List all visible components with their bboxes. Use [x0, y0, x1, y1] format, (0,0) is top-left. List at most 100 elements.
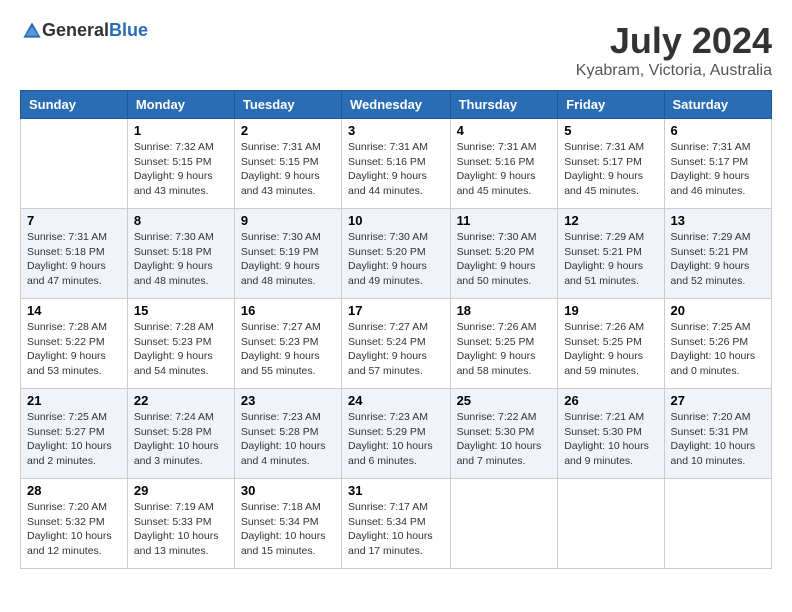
calendar-header-row: SundayMondayTuesdayWednesdayThursdayFrid… [21, 91, 772, 119]
calendar-cell: 30Sunrise: 7:18 AMSunset: 5:34 PMDayligh… [234, 479, 341, 569]
calendar-cell: 27 Sunrise: 7:20 AMSunset: 5:31 PMDayligh… [664, 389, 771, 479]
calendar-week-row: 1Sunrise: 7:32 AMSunset: 5:15 PMDaylight… [21, 119, 772, 209]
day-info: Sunrise: 7:29 AMSunset: 5:21 PMDaylight:… [671, 230, 765, 289]
calendar-week-row: 21 Sunrise: 7:25 AMSunset: 5:27 PMDayligh… [21, 389, 772, 479]
day-number: 9 [241, 213, 335, 228]
day-info: Sunrise: 7:24 AMSunset: 5:28 PMDaylight:… [134, 410, 228, 469]
day-number: 27 [671, 393, 765, 408]
day-info: Sunrise: 7:30 AMSunset: 5:19 PMDaylight:… [241, 230, 335, 289]
day-number: 22 [134, 393, 228, 408]
calendar-cell: 14Sunrise: 7:28 AMSunset: 5:22 PMDayligh… [21, 299, 128, 389]
day-info: Sunrise: 7:26 AMSunset: 5:25 PMDaylight:… [564, 320, 657, 379]
calendar-cell: 16 Sunrise: 7:27 AMSunset: 5:23 PMDayligh… [234, 299, 341, 389]
calendar-cell: 28 Sunrise: 7:20 AMSunset: 5:32 PMDayligh… [21, 479, 128, 569]
calendar-cell: 1Sunrise: 7:32 AMSunset: 5:15 PMDaylight… [127, 119, 234, 209]
calendar-cell: 23 Sunrise: 7:23 AMSunset: 5:28 PMDayligh… [234, 389, 341, 479]
day-info: Sunrise: 7:28 AMSunset: 5:23 PMDaylight:… [134, 320, 228, 379]
day-info: Sunrise: 7:30 AMSunset: 5:18 PMDaylight:… [134, 230, 228, 289]
calendar-cell [558, 479, 664, 569]
day-info: Sunrise: 7:29 AMSunset: 5:21 PMDaylight:… [564, 230, 657, 289]
calendar-cell: 15 Sunrise: 7:28 AMSunset: 5:23 PMDayligh… [127, 299, 234, 389]
day-info: Sunrise: 7:31 AMSunset: 5:16 PMDaylight:… [457, 140, 552, 199]
day-number: 23 [241, 393, 335, 408]
calendar-cell: 17 Sunrise: 7:27 AMSunset: 5:24 PMDayligh… [342, 299, 451, 389]
month-year: July 2024 [576, 20, 772, 62]
calendar-cell: 5 Sunrise: 7:31 AMSunset: 5:17 PMDaylight… [558, 119, 664, 209]
calendar-header-saturday: Saturday [664, 91, 771, 119]
day-number: 26 [564, 393, 657, 408]
calendar-cell: 24 Sunrise: 7:23 AMSunset: 5:29 PMDayligh… [342, 389, 451, 479]
day-number: 7 [27, 213, 121, 228]
day-info: Sunrise: 7:31 AMSunset: 5:18 PMDaylight:… [27, 230, 121, 289]
calendar-cell: 12 Sunrise: 7:29 AMSunset: 5:21 PMDayligh… [558, 209, 664, 299]
day-number: 18 [457, 303, 552, 318]
logo-general: General [42, 20, 109, 40]
title-block: July 2024 Kyabram, Victoria, Australia [576, 20, 772, 80]
day-info: Sunrise: 7:23 AMSunset: 5:29 PMDaylight:… [348, 410, 444, 469]
day-info: Sunrise: 7:27 AMSunset: 5:23 PMDaylight:… [241, 320, 335, 379]
calendar-header-wednesday: Wednesday [342, 91, 451, 119]
day-info: Sunrise: 7:27 AMSunset: 5:24 PMDaylight:… [348, 320, 444, 379]
calendar-cell: 26Sunrise: 7:21 AMSunset: 5:30 PMDayligh… [558, 389, 664, 479]
day-number: 17 [348, 303, 444, 318]
calendar-header-monday: Monday [127, 91, 234, 119]
day-info: Sunrise: 7:31 AMSunset: 5:16 PMDaylight:… [348, 140, 444, 199]
day-number: 16 [241, 303, 335, 318]
day-number: 30 [241, 483, 335, 498]
calendar-cell: 7 Sunrise: 7:31 AMSunset: 5:18 PMDaylight… [21, 209, 128, 299]
calendar-week-row: 7 Sunrise: 7:31 AMSunset: 5:18 PMDaylight… [21, 209, 772, 299]
day-number: 25 [457, 393, 552, 408]
day-info: Sunrise: 7:20 AMSunset: 5:31 PMDaylight:… [671, 410, 765, 469]
calendar-cell: 6Sunrise: 7:31 AMSunset: 5:17 PMDaylight… [664, 119, 771, 209]
day-info: Sunrise: 7:25 AMSunset: 5:26 PMDaylight:… [671, 320, 765, 379]
logo: GeneralBlue [20, 20, 148, 41]
calendar-header-friday: Friday [558, 91, 664, 119]
calendar-cell [21, 119, 128, 209]
day-number: 4 [457, 123, 552, 138]
day-info: Sunrise: 7:26 AMSunset: 5:25 PMDaylight:… [457, 320, 552, 379]
calendar-header-thursday: Thursday [450, 91, 558, 119]
day-number: 13 [671, 213, 765, 228]
day-number: 15 [134, 303, 228, 318]
calendar-cell: 31Sunrise: 7:17 AMSunset: 5:34 PMDayligh… [342, 479, 451, 569]
day-number: 19 [564, 303, 657, 318]
day-number: 20 [671, 303, 765, 318]
day-number: 24 [348, 393, 444, 408]
day-info: Sunrise: 7:17 AMSunset: 5:34 PMDaylight:… [348, 500, 444, 559]
calendar-header-sunday: Sunday [21, 91, 128, 119]
calendar-cell: 22 Sunrise: 7:24 AMSunset: 5:28 PMDayligh… [127, 389, 234, 479]
day-number: 8 [134, 213, 228, 228]
day-number: 28 [27, 483, 121, 498]
logo-text: GeneralBlue [42, 20, 148, 41]
calendar-week-row: 28 Sunrise: 7:20 AMSunset: 5:32 PMDayligh… [21, 479, 772, 569]
calendar-cell: 20 Sunrise: 7:25 AMSunset: 5:26 PMDayligh… [664, 299, 771, 389]
day-info: Sunrise: 7:30 AMSunset: 5:20 PMDaylight:… [348, 230, 444, 289]
calendar-cell [450, 479, 558, 569]
day-number: 29 [134, 483, 228, 498]
day-info: Sunrise: 7:22 AMSunset: 5:30 PMDaylight:… [457, 410, 552, 469]
calendar-cell: 21 Sunrise: 7:25 AMSunset: 5:27 PMDayligh… [21, 389, 128, 479]
day-number: 11 [457, 213, 552, 228]
day-number: 5 [564, 123, 657, 138]
logo-blue: Blue [109, 20, 148, 40]
day-info: Sunrise: 7:30 AMSunset: 5:20 PMDaylight:… [457, 230, 552, 289]
day-number: 2 [241, 123, 335, 138]
calendar-cell: 11 Sunrise: 7:30 AMSunset: 5:20 PMDayligh… [450, 209, 558, 299]
calendar-header-tuesday: Tuesday [234, 91, 341, 119]
calendar-week-row: 14Sunrise: 7:28 AMSunset: 5:22 PMDayligh… [21, 299, 772, 389]
day-number: 14 [27, 303, 121, 318]
day-info: Sunrise: 7:31 AMSunset: 5:17 PMDaylight:… [564, 140, 657, 199]
day-info: Sunrise: 7:25 AMSunset: 5:27 PMDaylight:… [27, 410, 121, 469]
day-number: 12 [564, 213, 657, 228]
day-info: Sunrise: 7:20 AMSunset: 5:32 PMDaylight:… [27, 500, 121, 559]
day-info: Sunrise: 7:23 AMSunset: 5:28 PMDaylight:… [241, 410, 335, 469]
day-info: Sunrise: 7:19 AMSunset: 5:33 PMDaylight:… [134, 500, 228, 559]
location: Kyabram, Victoria, Australia [576, 62, 772, 80]
day-number: 21 [27, 393, 121, 408]
day-number: 10 [348, 213, 444, 228]
page-header: GeneralBlue July 2024 Kyabram, Victoria,… [20, 20, 772, 80]
calendar-cell: 29 Sunrise: 7:19 AMSunset: 5:33 PMDayligh… [127, 479, 234, 569]
calendar-cell: 18 Sunrise: 7:26 AMSunset: 5:25 PMDayligh… [450, 299, 558, 389]
day-info: Sunrise: 7:31 AMSunset: 5:17 PMDaylight:… [671, 140, 765, 199]
day-info: Sunrise: 7:31 AMSunset: 5:15 PMDaylight:… [241, 140, 335, 199]
